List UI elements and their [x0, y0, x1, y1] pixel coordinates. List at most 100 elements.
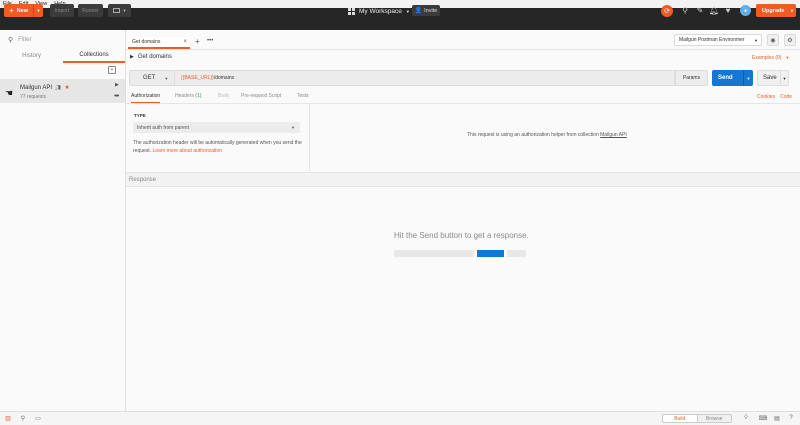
collection-link[interactable]: Mailgun API — [600, 132, 627, 138]
new-button[interactable]: + New ▼ — [4, 4, 43, 17]
cookies-code-links: Cookies Code — [757, 94, 792, 100]
shortcuts-icon[interactable]: ⌨ — [759, 414, 768, 422]
chevron-down-icon: ▼ — [405, 8, 410, 14]
method-select[interactable]: GET ▼ — [129, 70, 175, 86]
tab-history-label: History — [22, 53, 41, 59]
help-icon[interactable]: ? — [787, 414, 795, 422]
collection-item[interactable] — [0, 79, 125, 103]
tab-body[interactable]: Body — [218, 93, 229, 103]
response-header: Response — [126, 172, 800, 187]
shared-icon: 👥︎ — [55, 84, 62, 91]
runner-label: Runner — [82, 7, 99, 14]
collection-name-row[interactable]: Mailgun API 👥︎ ★ — [20, 84, 70, 92]
auth-type-select[interactable]: Inherit auth from parent ▼ — [133, 122, 300, 133]
find-icon[interactable]: ⚲ — [19, 414, 27, 422]
placeholder-bar-accent — [477, 250, 504, 257]
console-icon[interactable]: ▭ — [34, 414, 42, 422]
new-window-button[interactable]: ▼ — [108, 4, 131, 17]
environment-select[interactable]: Mailgun Postman Environmer ▼ — [674, 34, 762, 46]
chevron-down-icon[interactable]: ▼ — [33, 4, 43, 17]
auth-panel — [126, 104, 310, 171]
star-icon[interactable]: ★ — [64, 84, 69, 91]
send-button[interactable]: Send ▼ — [712, 70, 753, 86]
close-icon[interactable]: × — [183, 39, 187, 45]
sync-icon[interactable]: ⟳ — [661, 5, 673, 17]
more-tabs-icon[interactable]: ••• — [207, 38, 213, 44]
invite-label: Invite — [424, 7, 438, 14]
save-button[interactable]: Save ▼ — [757, 70, 789, 86]
wrench-icon[interactable]: ✎ — [695, 6, 705, 16]
request-name: Get domains — [137, 54, 172, 60]
request-tab-label: Get domains — [132, 39, 161, 45]
environment-label: Mailgun Postman Environmer — [679, 37, 745, 43]
collection-count: 77 requests — [20, 94, 47, 100]
runner-button[interactable]: Runner — [78, 4, 103, 17]
eye-icon[interactable]: ◉ — [767, 34, 779, 46]
bell-icon[interactable]: 🔔︎ — [709, 6, 719, 16]
bootcamp-icon[interactable]: 💡︎ — [742, 414, 750, 422]
search-icon: ⚲ — [8, 37, 14, 44]
response-title: Response — [129, 176, 157, 183]
invite-button[interactable]: 👤 Invite — [412, 5, 440, 16]
filter-input[interactable]: ⚲ Filter — [8, 34, 118, 46]
cursor-hand-icon: ☚ — [5, 88, 14, 98]
build-tab[interactable]: Build — [663, 415, 698, 422]
heart-icon[interactable]: ♥ — [723, 6, 733, 16]
chevron-down-icon: ▼ — [790, 8, 794, 13]
add-tab-icon[interactable]: + — [195, 37, 200, 46]
chevron-down-icon[interactable]: ▼ — [743, 70, 753, 86]
examples-dropdown[interactable]: Examples (0) ▼ — [752, 55, 789, 61]
upgrade-button[interactable]: Upgrade ▼ — [756, 4, 796, 17]
new-collection-icon[interactable]: + — [108, 66, 116, 74]
chevron-down-icon[interactable]: ▼ — [780, 71, 788, 85]
tab-tests-label: Tests — [297, 93, 309, 99]
request-title[interactable]: ▶ Get domains — [130, 54, 172, 60]
avatar[interactable]: ● — [740, 5, 751, 16]
auth-helper-text: This request is using an authorization h… — [467, 132, 599, 138]
placeholder-bar — [507, 250, 526, 257]
save-label: Save — [763, 75, 777, 81]
window-icon — [112, 8, 120, 13]
import-button[interactable]: Import — [50, 4, 74, 17]
tab-history[interactable]: History — [0, 49, 63, 63]
workspace-selector[interactable]: My Workspace ▼ — [348, 6, 410, 16]
tab-headers-label: Headers — [175, 93, 194, 99]
collection-name: Mailgun API — [20, 84, 53, 91]
cookies-link[interactable]: Cookies — [757, 94, 775, 100]
learn-more-link[interactable]: Learn more about authorization — [152, 148, 222, 154]
url-variable: {{BASE_URL}} — [181, 75, 214, 81]
sidebar-toggle-icon[interactable]: ▥ — [4, 414, 12, 422]
build-browse-toggle[interactable]: Build Browse — [662, 414, 732, 423]
gear-icon[interactable]: ⚙ — [784, 34, 796, 46]
url-input[interactable]: {{BASE_URL}}/domains — [175, 70, 675, 86]
chevron-right-icon: ▶ — [130, 54, 134, 60]
tab-headers[interactable]: Headers (1) — [175, 93, 201, 103]
auth-type-value: Inherit auth from parent — [137, 124, 189, 131]
code-link[interactable]: Code — [780, 94, 792, 100]
new-button-label: New — [16, 7, 28, 14]
chevron-down-icon: ▼ — [122, 8, 127, 13]
workspace-label: My Workspace — [359, 7, 402, 15]
more-options-icon[interactable]: ••• — [114, 93, 119, 100]
url-path: /domains — [213, 75, 235, 81]
headers-count: (1) — [195, 93, 202, 99]
chevron-down-icon: ▼ — [291, 125, 295, 130]
browse-tab[interactable]: Browse — [697, 415, 731, 422]
chevron-down-icon: ▼ — [164, 75, 169, 81]
tab-tests[interactable]: Tests — [297, 93, 309, 103]
tab-body-label: Body — [218, 93, 230, 99]
user-plus-icon: 👤 — [414, 8, 423, 14]
tab-collections-label: Collections — [79, 52, 109, 58]
tab-collections[interactable]: Collections — [63, 49, 125, 63]
chevron-down-icon: ▼ — [754, 37, 758, 43]
import-label: Import — [54, 7, 70, 14]
chevron-right-icon[interactable]: ▶ — [115, 82, 119, 88]
tab-pre-request-script[interactable]: Pre-request Script — [241, 93, 281, 103]
satellite-icon[interactable]: ⚲ — [680, 6, 690, 16]
auth-type-label: TYPE — [134, 113, 146, 118]
request-tab[interactable]: Get domains × — [128, 37, 190, 49]
params-button[interactable]: Params — [675, 70, 708, 86]
tab-pre-request-label: Pre-request Script — [241, 93, 282, 99]
layout-icon[interactable]: ▤ — [773, 414, 781, 422]
params-label: Params — [682, 75, 701, 81]
